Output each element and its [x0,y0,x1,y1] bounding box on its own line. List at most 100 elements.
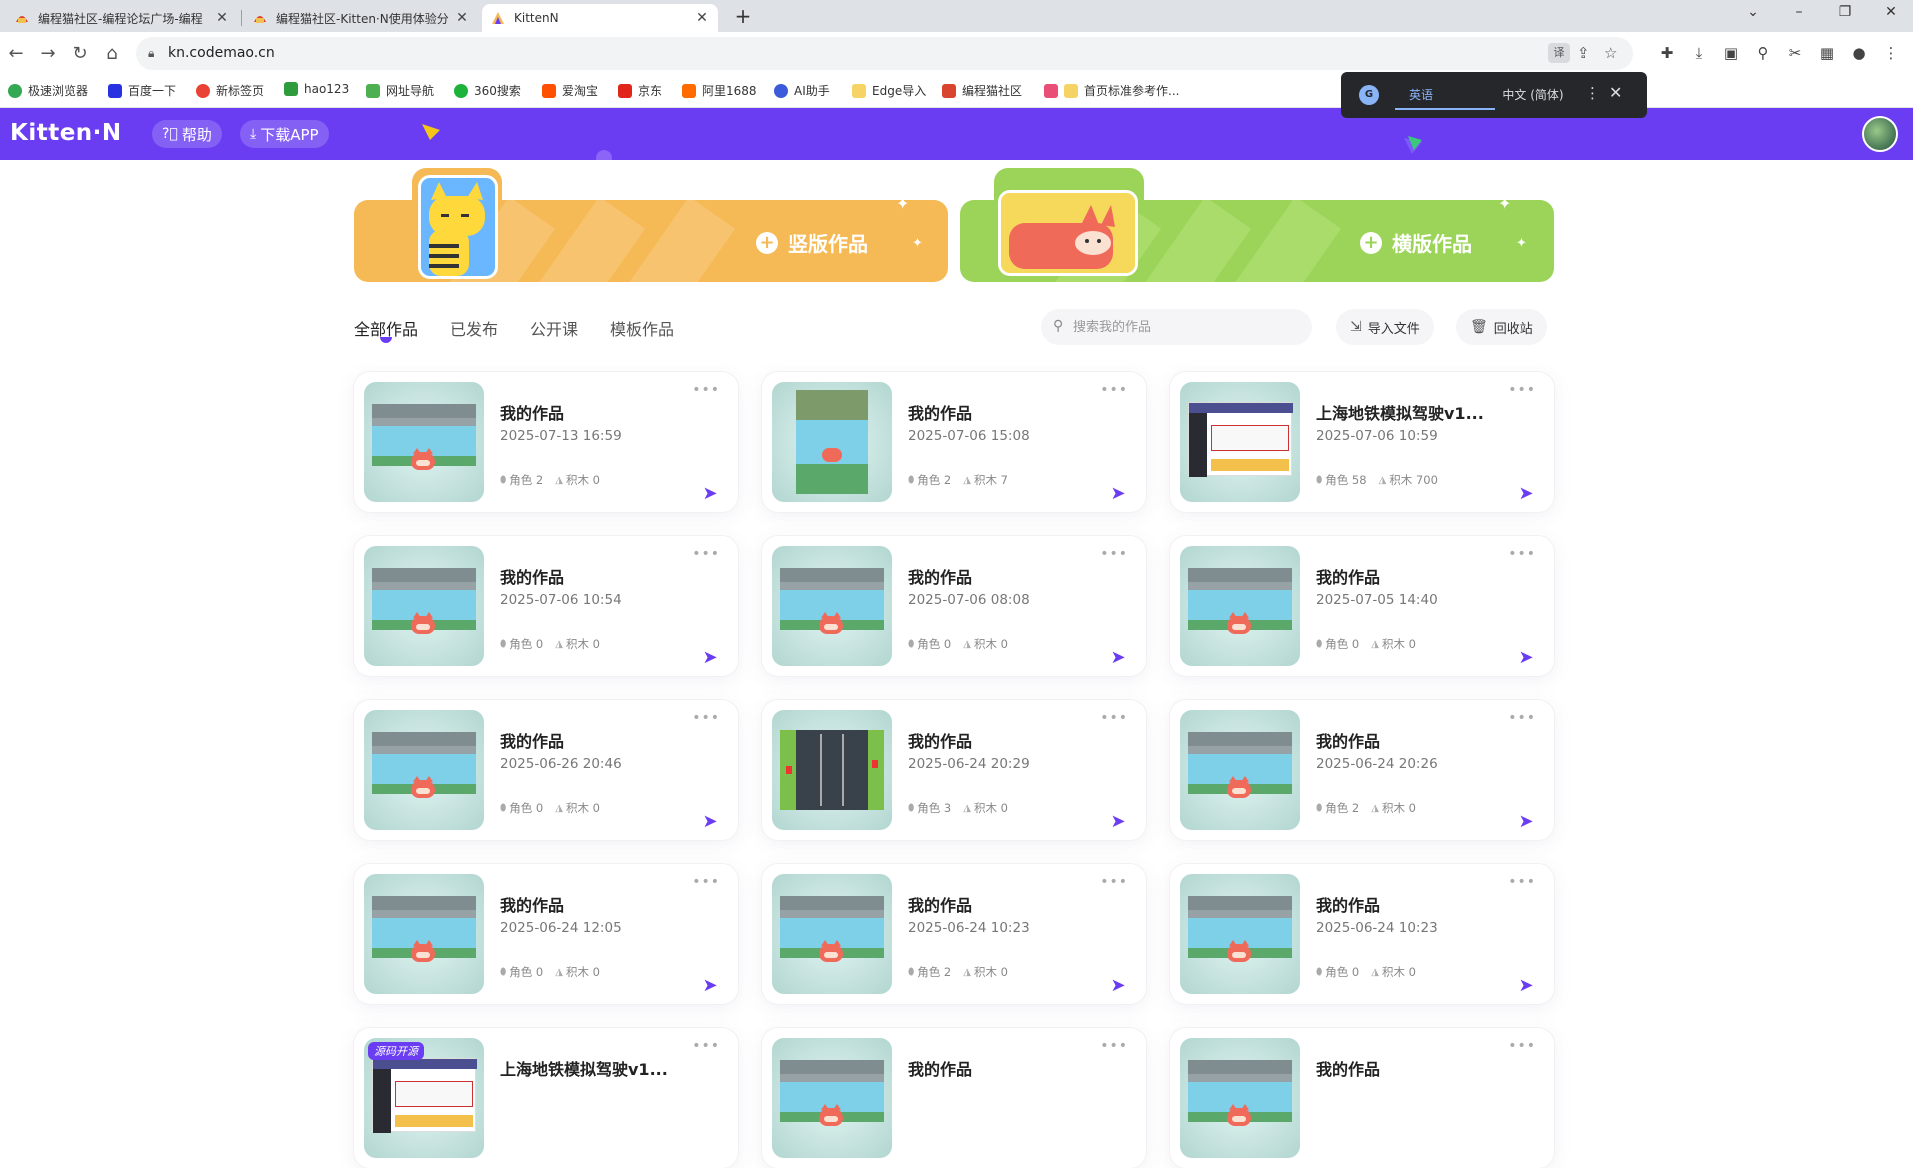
tab-published[interactable]: 已发布 [450,316,498,340]
bookmark-star-icon[interactable]: ☆ [1604,44,1617,62]
more-options-icon[interactable]: ••• [1508,1038,1536,1054]
bookmark-item[interactable]: 首页标准参考作... [1044,82,1179,99]
publish-send-icon[interactable]: ➤ [688,476,732,512]
more-options-icon[interactable]: ••• [692,874,720,890]
menu-icon[interactable]: ⋮ [1880,44,1902,62]
download-app-button[interactable]: ⤓ 下载APP [240,120,329,148]
bookmark-item[interactable]: 百度一下 [108,82,176,99]
work-thumbnail[interactable] [772,874,892,994]
browser-tab-2[interactable]: 编程猫社区-Kitten·N使用体验分 ✕ [244,4,478,32]
translate-options-icon[interactable]: ⋮ [1585,84,1600,102]
work-card[interactable]: 源码开源 上海地铁模拟驾驶v1... ••• [354,1028,738,1168]
work-thumbnail[interactable] [772,1038,892,1158]
work-thumbnail[interactable] [1180,382,1300,502]
search-box[interactable]: ⚲ [1041,309,1312,345]
publish-send-icon[interactable]: ➤ [1096,476,1140,512]
recycle-bin-button[interactable]: 🗑︎ 回收站 [1456,309,1547,345]
work-card[interactable]: 我的作品 2025-07-06 10:54 ⬮ 角色 0 ◮ 积木 0 ••• ➤ [354,536,738,676]
more-options-icon[interactable]: ••• [1508,710,1536,726]
more-options-icon[interactable]: ••• [692,546,720,562]
work-card[interactable]: 我的作品 2025-06-24 10:23 ⬮ 角色 0 ◮ 积木 0 ••• ➤ [1170,864,1554,1004]
bookmark-item[interactable]: 新标签页 [196,82,264,99]
tab-open-course[interactable]: 公开课 [530,316,578,340]
back-icon[interactable]: ← [4,42,28,66]
new-tab-icon[interactable]: + [730,4,756,28]
work-thumbnail[interactable] [1180,874,1300,994]
user-avatar[interactable] [1862,116,1898,152]
close-window-icon[interactable]: ✕ [1876,4,1906,20]
bookmark-item[interactable]: AI助手 [774,82,830,99]
more-options-icon[interactable]: ••• [1508,382,1536,398]
work-thumbnail[interactable] [364,546,484,666]
home-icon[interactable]: ⌂ [100,42,124,66]
bookmark-item[interactable]: 京东 [618,82,662,99]
work-thumbnail[interactable] [1180,1038,1300,1158]
bookmark-item[interactable]: Edge导入 [852,82,926,99]
bookmark-item[interactable]: 360搜索 [454,82,521,99]
work-thumbnail[interactable] [364,710,484,830]
search-input[interactable] [1073,309,1303,345]
search-icon[interactable]: ⚲ [1752,44,1774,62]
extensions-icon[interactable]: ✚ [1656,44,1678,62]
more-options-icon[interactable]: ••• [1100,710,1128,726]
more-options-icon[interactable]: ••• [1100,874,1128,890]
close-tab-icon[interactable]: ✕ [694,10,710,26]
bookmark-item[interactable]: 编程猫社区 [942,82,1022,99]
work-thumbnail[interactable] [364,382,484,502]
work-thumbnail[interactable] [772,546,892,666]
work-card[interactable]: 我的作品 2025-06-24 10:23 ⬮ 角色 2 ◮ 积木 0 ••• ➤ [762,864,1146,1004]
more-options-icon[interactable]: ••• [692,1038,720,1054]
horizontal-works-banner[interactable]: + 横版作品 ✦ ✦ [960,168,1554,282]
more-options-icon[interactable]: ••• [1508,546,1536,562]
work-thumbnail[interactable] [772,710,892,830]
publish-send-icon[interactable]: ➤ [1504,968,1548,1004]
work-card[interactable]: 我的作品 ••• [1170,1028,1554,1168]
bookmark-item[interactable]: 极速浏览器 [8,82,88,99]
more-options-icon[interactable]: ••• [1100,546,1128,562]
more-options-icon[interactable]: ••• [1508,874,1536,890]
bookmark-item[interactable]: 阿里1688 [682,82,757,99]
publish-send-icon[interactable]: ➤ [688,804,732,840]
vertical-works-banner[interactable]: + 竖版作品 ✦ ✦ [354,168,948,282]
publish-send-icon[interactable]: ➤ [1504,804,1548,840]
import-file-button[interactable]: ⇲ 导入文件 [1336,309,1434,345]
tab-template-works[interactable]: 模板作品 [610,316,674,340]
work-card[interactable]: 我的作品 2025-07-06 15:08 ⬮ 角色 2 ◮ 积木 7 ••• ➤ [762,372,1146,512]
bookmark-item[interactable]: 爱淘宝 [542,82,598,99]
work-card[interactable]: 上海地铁模拟驾驶v1... 2025-07-06 10:59 ⬮ 角色 58 ◮ 积木 7… [1170,372,1554,512]
work-thumbnail[interactable] [1180,710,1300,830]
close-tab-icon[interactable]: ✕ [214,10,230,26]
close-tab-icon[interactable]: ✕ [454,10,470,26]
help-button[interactable]: ?⃝ 帮助 [152,120,222,148]
publish-send-icon[interactable]: ➤ [1504,476,1548,512]
profile-icon[interactable]: ● [1848,44,1870,62]
forward-icon[interactable]: → [36,42,60,66]
publish-send-icon[interactable]: ➤ [1096,640,1140,676]
work-card[interactable]: 我的作品 2025-06-24 12:05 ⬮ 角色 0 ◮ 积木 0 ••• ➤ [354,864,738,1004]
work-thumbnail[interactable] [772,382,892,502]
more-options-icon[interactable]: ••• [1100,1038,1128,1054]
work-card[interactable]: 我的作品 2025-07-05 14:40 ⬮ 角色 0 ◮ 积木 0 ••• ➤ [1170,536,1554,676]
more-options-icon[interactable]: ••• [692,382,720,398]
work-thumbnail[interactable] [364,874,484,994]
download-icon[interactable]: ⤓ [1688,44,1710,62]
restore-icon[interactable]: ❐ [1830,4,1860,20]
publish-send-icon[interactable]: ➤ [1096,968,1140,1004]
browser-tab-1[interactable]: 编程猫社区-编程论坛广场-编程 ✕ [6,4,238,32]
translate-target-lang[interactable]: 中文 (简体) [1473,86,1593,103]
publish-send-icon[interactable]: ➤ [688,640,732,676]
work-thumbnail[interactable] [1180,546,1300,666]
minimize-icon[interactable]: – [1784,4,1814,20]
work-card[interactable]: 我的作品 2025-07-06 08:08 ⬮ 角色 0 ◮ 积木 0 ••• ➤ [762,536,1146,676]
address-bar[interactable]: 🔒︎ kn.codemao.cn 译 ⇪ ☆ [136,37,1633,70]
kittenn-logo[interactable]: Kitten·N [10,120,122,146]
more-options-icon[interactable]: ••• [1100,382,1128,398]
work-card[interactable]: 我的作品 2025-07-13 16:59 ⬮ 角色 2 ◮ 积木 0 ••• ➤ [354,372,738,512]
publish-send-icon[interactable]: ➤ [688,968,732,1004]
more-options-icon[interactable]: ••• [692,710,720,726]
work-card[interactable]: 我的作品 2025-06-26 20:46 ⬮ 角色 0 ◮ 积木 0 ••• ➤ [354,700,738,840]
work-thumbnail[interactable]: 源码开源 [364,1038,484,1158]
sidebar-icon[interactable]: ▣ [1720,44,1742,62]
work-card[interactable]: 我的作品 ••• [762,1028,1146,1168]
apps-icon[interactable]: ▦ [1816,44,1838,62]
